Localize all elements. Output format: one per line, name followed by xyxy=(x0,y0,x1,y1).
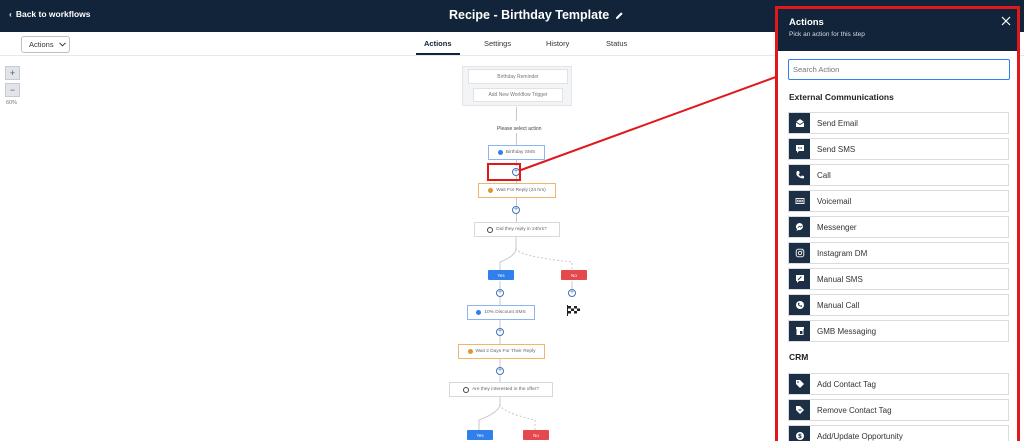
workflow-title-text: Recipe - Birthday Template xyxy=(449,8,610,22)
messenger-icon xyxy=(789,217,810,237)
actions-dropdown-label: Actions xyxy=(29,40,54,49)
connector xyxy=(516,107,517,121)
panel-title: Actions xyxy=(789,17,824,28)
svg-text:$: $ xyxy=(797,433,801,440)
node-interested[interactable]: Are they interested in the offer? xyxy=(449,382,553,397)
node-birthday-sms[interactable]: Birthday SMS xyxy=(488,145,545,160)
panel-header: Actions Pick an action for this step xyxy=(778,9,1017,51)
node-wait-2-days[interactable]: Wait 2 Days For Their Reply xyxy=(458,344,545,359)
tag-icon xyxy=(789,374,810,394)
node-label: Wait 2 Days For Their Reply xyxy=(475,349,536,354)
node-discount-sms[interactable]: 10% Discount SMS xyxy=(467,305,535,320)
tab-history[interactable]: History xyxy=(546,39,569,48)
manual-sms-icon xyxy=(789,269,810,289)
branch-no[interactable]: No xyxy=(561,270,587,280)
select-action-text: Please select action xyxy=(497,126,542,132)
add-trigger-button[interactable]: Add New Workflow Trigger xyxy=(473,88,563,102)
action-label: Add Contact Tag xyxy=(817,379,877,389)
connector xyxy=(516,198,517,206)
add-step-button[interactable]: + xyxy=(568,289,576,297)
finish-flag-icon xyxy=(567,305,580,316)
question-icon xyxy=(487,226,494,233)
action-messenger[interactable]: Messenger xyxy=(788,216,1009,238)
connector xyxy=(516,214,517,222)
action-label: Remove Contact Tag xyxy=(817,405,892,415)
dollar-icon: $ xyxy=(789,426,810,441)
tab-status[interactable]: Status xyxy=(606,39,627,48)
trigger-birthday-reminder[interactable]: Birthday Reminder xyxy=(468,69,568,84)
node-label: Birthday SMS xyxy=(505,150,536,155)
action-label: Messenger xyxy=(817,222,857,232)
zoom-out-button[interactable]: − xyxy=(5,83,20,97)
zoom-level: 60% xyxy=(6,100,18,106)
panel-subtitle: Pick an action for this step xyxy=(789,31,865,38)
action-call[interactable]: Call xyxy=(788,164,1009,186)
clock-icon xyxy=(467,349,473,354)
action-remove-contact-tag[interactable]: Remove Contact Tag xyxy=(788,399,1009,421)
section-crm: CRM xyxy=(789,352,809,362)
action-label: Voicemail xyxy=(817,196,852,206)
manual-call-icon xyxy=(789,295,810,315)
action-send-email[interactable]: Send Email xyxy=(788,112,1009,134)
tab-actions[interactable]: Actions xyxy=(424,39,452,48)
zoom-in-button[interactable]: + xyxy=(5,66,20,80)
action-voicemail[interactable]: Voicemail xyxy=(788,190,1009,212)
back-label: Back to workflows xyxy=(15,9,91,19)
action-label: Send Email xyxy=(817,118,858,128)
actions-panel: Actions Pick an action for this step Ext… xyxy=(775,6,1020,441)
action-label: Instagram DM xyxy=(817,248,868,258)
add-step-button[interactable]: + xyxy=(496,367,504,375)
chevron-left-icon: ‹ xyxy=(9,9,12,19)
action-add-contact-tag[interactable]: Add Contact Tag xyxy=(788,373,1009,395)
action-manual-sms[interactable]: Manual SMS xyxy=(788,268,1009,290)
workflow-title: Recipe - Birthday Template xyxy=(449,8,624,22)
question-icon xyxy=(463,386,470,393)
action-gmb-messaging[interactable]: GMB Messaging xyxy=(788,320,1009,342)
add-step-button[interactable]: + xyxy=(512,206,520,214)
voicemail-icon xyxy=(789,191,810,211)
search-action-input[interactable] xyxy=(788,59,1010,80)
node-label: Are they interested in the offer? xyxy=(472,387,539,392)
action-instagram-dm[interactable]: Instagram DM xyxy=(788,242,1009,264)
close-icon[interactable] xyxy=(1001,16,1011,26)
clock-icon xyxy=(488,188,494,193)
remove-tag-icon xyxy=(789,400,810,420)
phone-icon xyxy=(789,165,810,185)
highlight-box xyxy=(487,163,521,181)
gmb-icon xyxy=(789,321,810,341)
actions-dropdown[interactable]: Actions xyxy=(21,36,70,53)
action-add-update-opportunity[interactable]: $ Add/Update Opportunity xyxy=(788,425,1009,441)
action-label: Manual Call xyxy=(817,300,860,310)
action-send-sms[interactable]: Send SMS xyxy=(788,138,1009,160)
sms-icon xyxy=(789,139,810,159)
action-label: Add/Update Opportunity xyxy=(817,431,903,441)
back-to-workflows-link[interactable]: ‹ Back to workflows xyxy=(9,9,90,19)
node-wait-reply[interactable]: Wait For Reply (24 hrs) xyxy=(478,183,556,198)
instagram-icon xyxy=(789,243,810,263)
action-label: Send SMS xyxy=(817,144,856,154)
node-did-reply[interactable]: Did they reply in 24hrs? xyxy=(474,222,560,237)
sms-icon xyxy=(476,310,482,315)
sms-icon xyxy=(497,150,503,155)
connector xyxy=(516,133,517,145)
workflow-editor: ‹ Back to workflows Recipe - Birthday Te… xyxy=(0,0,1024,441)
action-label: GMB Messaging xyxy=(817,326,877,336)
branch-yes[interactable]: Yes xyxy=(488,270,514,280)
branch-no[interactable]: No xyxy=(523,430,549,440)
section-external-communications: External Communications xyxy=(789,92,894,102)
action-manual-call[interactable]: Manual Call xyxy=(788,294,1009,316)
node-label: 10% Discount SMS xyxy=(484,310,526,315)
tab-settings[interactable]: Settings xyxy=(484,39,511,48)
active-tab-indicator xyxy=(416,53,460,55)
node-label: Did they reply in 24hrs? xyxy=(496,227,547,232)
add-step-button[interactable]: + xyxy=(496,328,504,336)
action-label: Manual SMS xyxy=(817,274,863,284)
add-step-button[interactable]: + xyxy=(496,289,504,297)
email-icon xyxy=(789,113,810,133)
node-label: Wait For Reply (24 hrs) xyxy=(496,188,546,193)
pencil-icon[interactable] xyxy=(615,11,624,20)
branch-yes[interactable]: Yes xyxy=(467,430,493,440)
action-label: Call xyxy=(817,170,831,180)
chevron-down-icon xyxy=(58,42,66,47)
